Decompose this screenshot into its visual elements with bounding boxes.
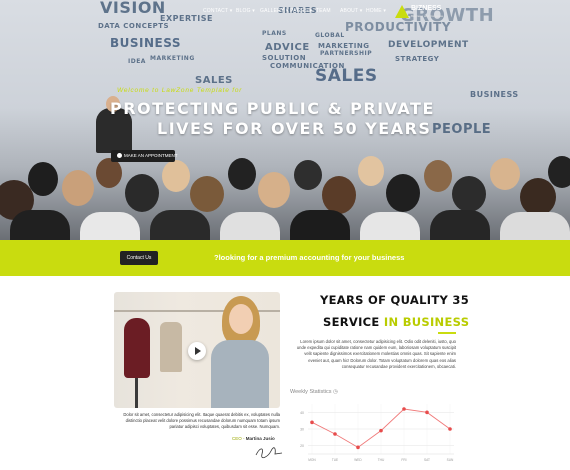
chart-x-tick-label: THU <box>378 458 385 462</box>
plus-circle-icon <box>117 153 122 158</box>
bg-word: SOLUTION <box>262 54 307 62</box>
make-appointment-button[interactable]: MAKE AN APPOINTMENT <box>111 150 178 162</box>
play-video-icon[interactable] <box>188 342 206 360</box>
chart-x-tick-label: FRI <box>401 458 406 462</box>
bg-word: PLANS <box>262 30 287 37</box>
bg-word: ADVICE <box>265 42 310 53</box>
about-body: Lorem ipsum dolor sit amet, consectetur … <box>296 339 456 369</box>
bg-word: GLOBAL <box>315 32 345 39</box>
chart-point <box>379 428 383 433</box>
bg-word: PEOPLE <box>432 122 492 137</box>
chart-x-tick-label: SUN <box>447 458 454 462</box>
ceo-name: Martina Jusio <box>245 436 275 441</box>
audience-crowd <box>0 150 570 240</box>
about-title-line1: YEARS OF QUALITY 35 <box>320 293 470 307</box>
top-navigation: CONTACT ▾ BLOG ▾ GALLERY ▾ PAGES ▾ TEAM … <box>0 0 570 22</box>
bg-word: MARKETING <box>318 42 370 50</box>
logo-triangle-icon <box>395 5 409 18</box>
hero-banner: VISION EXPERTISE BUSINESS DATA CONCEPTS … <box>0 0 570 240</box>
bg-word: DEVELOPMENT <box>388 40 469 50</box>
nav-contact[interactable]: CONTACT ▾ <box>203 8 232 14</box>
signature-image <box>255 447 283 459</box>
page: VISION EXPERTISE BUSINESS DATA CONCEPTS … <box>0 0 570 470</box>
bg-word: BUSINESS <box>110 36 181 50</box>
nav-team[interactable]: TEAM <box>316 8 331 14</box>
mannequin-figure <box>124 318 150 378</box>
appointment-label: MAKE AN APPOINTMENT <box>124 153 178 158</box>
nav-about[interactable]: ABOUT ▾ <box>340 8 362 14</box>
nav-home[interactable]: HOME ▾ <box>366 8 386 14</box>
chart-y-tick-label: 40 <box>300 411 304 415</box>
chart-x-tick-label: MON <box>308 458 316 462</box>
chart-y-tick-label: 20 <box>300 444 304 448</box>
weekly-stats-title: Weekly Statistics ◷ <box>290 389 338 395</box>
chart-point <box>425 410 429 415</box>
title-underline <box>438 332 456 334</box>
contact-us-button[interactable]: Contact Us <box>120 251 158 265</box>
dress-figure <box>160 322 182 372</box>
ceo-quote: Dolor sit amet, consectetur adipisicing … <box>123 412 280 429</box>
bg-word: PARTNERSHIP <box>320 50 373 57</box>
chart-y-tick-label: 30 <box>300 428 304 432</box>
brand-tagline: Business and Corporate <box>411 14 444 18</box>
chart-point <box>356 445 360 450</box>
nav-blog[interactable]: BLOG ▾ <box>236 8 255 14</box>
chart-x-tick-label: TUE <box>332 458 338 462</box>
chart-icon: ◷ <box>333 389 338 395</box>
bg-word: BUSINESS <box>470 90 519 99</box>
ceo-role: CEO - <box>232 436 245 441</box>
ceo-signature-line: CEO - Martina Jusio <box>232 436 275 441</box>
bg-word: MARKETING <box>150 55 195 62</box>
bg-word: STRATEGY <box>395 55 440 63</box>
bg-word: DATA CONCEPTS <box>98 22 170 30</box>
chart-point <box>448 427 452 431</box>
brand-logo[interactable]: BIZNESS Business and Corporate <box>395 4 470 22</box>
bg-word: IDEA <box>128 58 146 65</box>
brand-name: BIZNESS <box>411 5 442 12</box>
cta-text: ?looking for a premium accounting for yo… <box>214 253 405 262</box>
chart-x-tick-label: WED <box>354 458 362 462</box>
chart-point <box>310 420 314 425</box>
about-title-highlight: IN BUSINESS <box>383 315 470 329</box>
chart-point <box>402 407 406 411</box>
bg-word: COMMUNICATION <box>270 62 345 70</box>
hero-title-line1: PROTECTING PUBLIC & PRIVATE <box>110 99 435 118</box>
hero-title-line2: LIVES FOR OVER 50 YEARS <box>157 119 432 138</box>
chart-point <box>333 432 337 436</box>
hero-subtitle: Welcome to LawZone Template for <box>117 87 243 94</box>
chart-x-tick-label: SAT <box>424 458 430 462</box>
nav-gallery[interactable]: GALLERY ▾ <box>260 8 289 14</box>
about-title-line2: SERVICE IN BUSINESS <box>323 315 469 329</box>
about-title-prefix: SERVICE <box>323 315 380 329</box>
weekly-stats-chart: 20 30 40 MON TUE WED THU FRI SAT SUN <box>300 404 454 462</box>
bg-word: SALES <box>195 75 233 86</box>
weekly-stats-label: Weekly Statistics <box>290 389 332 395</box>
nav-pages[interactable]: PAGES ▾ <box>290 8 312 14</box>
